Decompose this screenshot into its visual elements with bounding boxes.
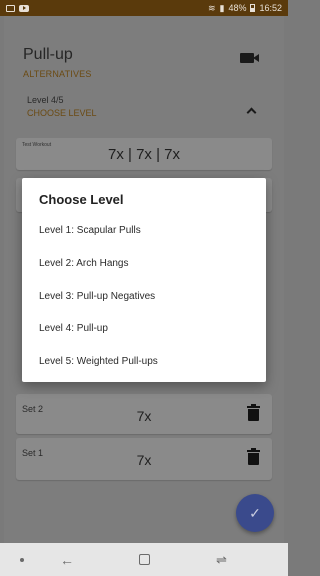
test-workout-reps: 7x | 7x | 7x bbox=[108, 146, 180, 163]
switch-apps-icon[interactable]: ⇌ bbox=[216, 552, 227, 568]
done-fab-button[interactable]: ✓ bbox=[236, 494, 274, 532]
wifi-icon: ≋ bbox=[207, 2, 216, 13]
set-reps[interactable]: 7x bbox=[16, 408, 272, 424]
alternatives-link[interactable]: ALTERNATIVES bbox=[23, 69, 92, 79]
set-card: Set 1 7x bbox=[16, 438, 272, 480]
level-option-2[interactable]: Level 2: Arch Hangs bbox=[39, 258, 129, 269]
nav-dot-icon[interactable] bbox=[20, 558, 24, 562]
battery-icon bbox=[250, 4, 256, 12]
trash-icon[interactable] bbox=[247, 404, 260, 421]
choose-level-link[interactable]: CHOOSE LEVEL bbox=[27, 108, 97, 118]
level-option-1[interactable]: Level 1: Scapular Pulls bbox=[39, 225, 141, 236]
status-bar: ≋ ▮ 48% 16:52 bbox=[0, 0, 288, 16]
recents-icon[interactable] bbox=[139, 554, 150, 565]
exercise-title: Pull-up bbox=[23, 46, 73, 63]
set-card: Set 2 7x bbox=[16, 394, 272, 434]
level-option-5[interactable]: Level 5: Weighted Pull-ups bbox=[39, 356, 158, 367]
level-indicator: Level 4/5 bbox=[27, 95, 64, 105]
youtube-notification-icon bbox=[19, 4, 29, 12]
video-camera-icon[interactable] bbox=[240, 53, 259, 63]
set-reps[interactable]: 7x bbox=[16, 452, 272, 468]
trash-icon[interactable] bbox=[247, 448, 260, 465]
test-workout-card: Test Workout 7x | 7x | 7x bbox=[16, 138, 272, 170]
choose-level-dialog: Choose Level Level 1: Scapular Pulls Lev… bbox=[22, 178, 266, 382]
back-icon[interactable]: ← bbox=[60, 552, 74, 568]
clock: 16:52 bbox=[259, 3, 282, 13]
battery-percent: 48% bbox=[228, 3, 247, 13]
level-option-3[interactable]: Level 3: Pull-up Negatives bbox=[39, 291, 155, 302]
signal-icon: ▮ bbox=[219, 2, 225, 13]
level-option-4[interactable]: Level 4: Pull-up bbox=[39, 323, 108, 334]
dialog-title: Choose Level bbox=[39, 192, 124, 207]
system-nav-bar: ← ⇌ bbox=[0, 543, 288, 576]
check-icon: ✓ bbox=[249, 504, 261, 521]
gallery-notification-icon bbox=[6, 4, 15, 12]
